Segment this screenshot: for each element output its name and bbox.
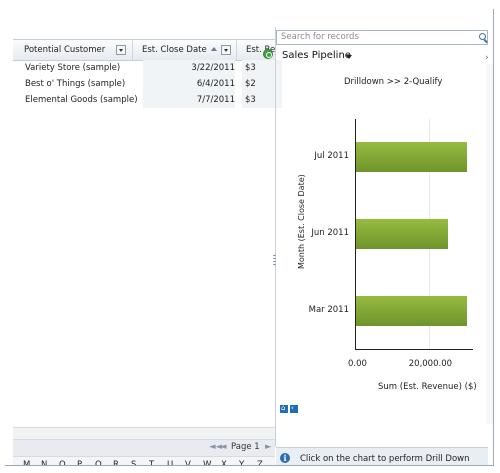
column-header-label: Est. Close Date — [142, 45, 207, 55]
alphabet-filter-bar: M N O P Q R S T U V W X Y Z — [13, 456, 275, 465]
pager: ◄◄ ◄ Page 1 ► — [13, 439, 275, 456]
cell-revenue: $2 — [242, 76, 282, 92]
alpha-letter-m[interactable]: M — [23, 460, 30, 465]
y-tick-label: Mar 2011 — [308, 304, 349, 315]
splitter-grip-icon[interactable] — [273, 255, 276, 265]
chart-bar[interactable] — [356, 142, 467, 173]
info-icon: i — [280, 453, 290, 463]
cell-revenue: $3 — [242, 92, 282, 108]
filter-dropdown-icon[interactable] — [221, 45, 231, 55]
cell-customer[interactable]: Elemental Goods (sample) — [25, 92, 138, 108]
previous-page-icon[interactable]: ◄ — [220, 442, 227, 452]
alpha-letter-q[interactable]: Q — [95, 460, 102, 465]
next-page-icon[interactable]: ► — [265, 442, 272, 452]
chart-title: Drilldown >> 2-Qualify — [344, 77, 443, 87]
alpha-letter-t[interactable]: T — [149, 460, 154, 465]
search-icon[interactable] — [479, 33, 486, 40]
alpha-letter-p[interactable]: P — [77, 460, 82, 465]
collapse-chevron-icon[interactable]: › — [485, 53, 489, 63]
chart-selector[interactable]: Sales Pipeline — [282, 50, 351, 61]
horizontal-scrollbar[interactable] — [13, 427, 275, 439]
alpha-letter-r[interactable]: R — [113, 460, 119, 465]
chart-bar[interactable] — [356, 295, 467, 326]
cell-close-date: 6/4/2011 — [143, 76, 235, 92]
cell-customer[interactable]: Variety Store (sample) — [25, 60, 120, 76]
y-tick-label: Jul 2011 — [314, 151, 349, 162]
grid-header: Potential Customer Est. Close Date Est. … — [13, 39, 275, 61]
x-tick-label: 0.00 — [348, 359, 367, 369]
column-header-label: Potential Customer — [24, 45, 106, 55]
alpha-letter-n[interactable]: N — [41, 460, 47, 465]
table-row[interactable]: Variety Store (sample) 3/22/2011 $3 — [13, 60, 282, 76]
page-label: Page 1 — [231, 442, 260, 452]
search-placeholder: Search for records — [281, 32, 359, 42]
alpha-letter-z[interactable]: Z — [257, 460, 263, 465]
column-header-potential-customer[interactable]: Potential Customer — [13, 40, 133, 60]
alpha-letter-v[interactable]: V — [185, 460, 191, 465]
pane-splitter[interactable] — [275, 27, 276, 447]
chevron-down-icon[interactable] — [346, 55, 352, 59]
y-axis-title: Month (Est. Close Date) — [297, 174, 306, 269]
x-axis-title: Sum (Est. Revenue) ($) — [378, 382, 477, 392]
filter-dropdown-icon[interactable] — [116, 45, 126, 55]
sort-ascending-icon — [211, 47, 217, 51]
x-tick-label: 20,000.00 — [408, 359, 453, 369]
cell-close-date: 7/7/2011 — [143, 92, 235, 108]
cell-revenue: $3 — [242, 60, 282, 76]
cell-close-date: 3/22/2011 — [143, 60, 235, 76]
chart-bar[interactable] — [356, 219, 449, 249]
cell-customer[interactable]: Best o' Things (sample) — [25, 76, 125, 92]
alpha-letter-w[interactable]: W — [203, 460, 211, 465]
alpha-letter-u[interactable]: U — [167, 460, 173, 465]
info-message: Click on the chart to perform Drill Down — [300, 454, 470, 464]
table-row[interactable]: Best o' Things (sample) 6/4/2011 $2 — [13, 76, 282, 92]
vertical-scrollbar[interactable] — [486, 64, 493, 424]
alpha-letter-x[interactable]: X — [221, 460, 227, 465]
refresh-icon[interactable] — [263, 49, 273, 59]
x-axis-line — [355, 349, 473, 350]
app-window: Potential Customer Est. Close Date Est. … — [5, 9, 494, 466]
home-icon[interactable]: ⌂ — [280, 404, 288, 413]
alpha-letter-y[interactable]: Y — [239, 460, 244, 465]
alpha-letter-o[interactable]: O — [59, 460, 66, 465]
search-input[interactable]: Search for records — [276, 30, 488, 45]
alpha-letter-s[interactable]: S — [131, 460, 136, 465]
back-icon[interactable]: ‹ — [290, 404, 298, 413]
table-row[interactable]: Elemental Goods (sample) 7/7/2011 $3 — [13, 92, 282, 108]
